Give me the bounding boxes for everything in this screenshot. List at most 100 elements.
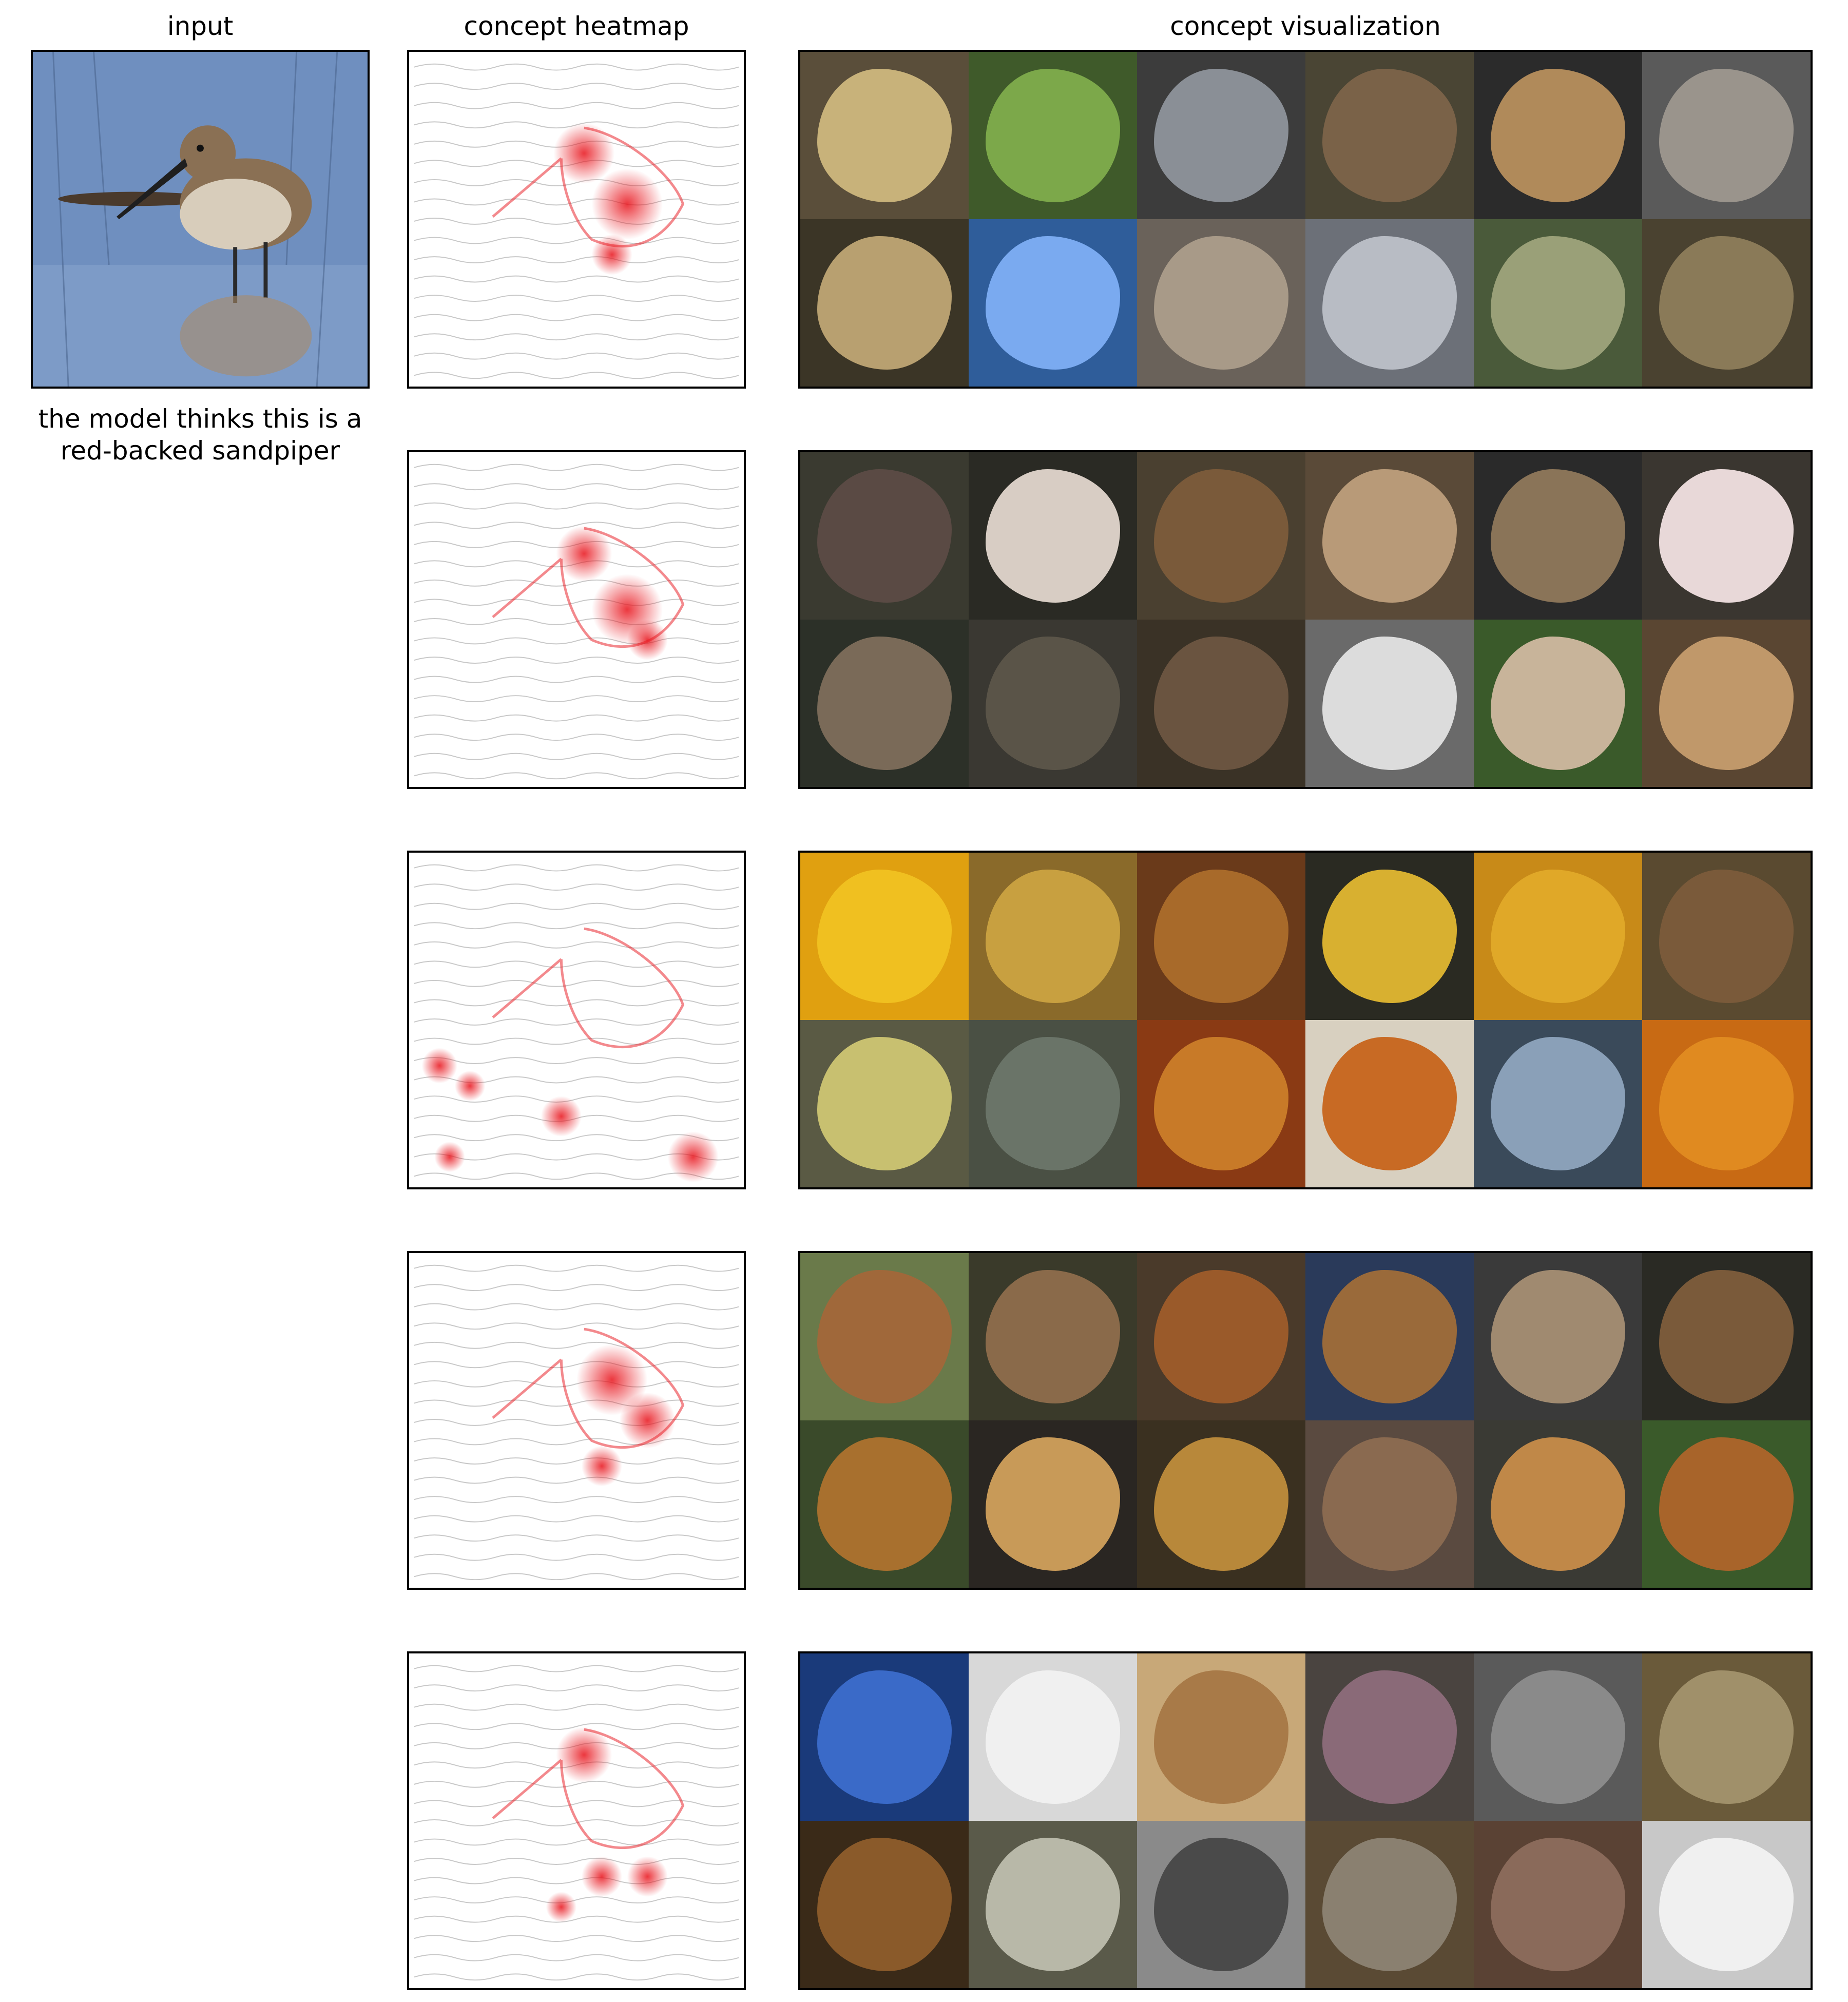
concept-example-image	[1137, 1653, 1305, 1821]
concept-example-image	[1474, 1420, 1642, 1588]
concept-example-image	[1137, 1020, 1305, 1187]
concept-example-image	[800, 1253, 969, 1420]
concept-region-highlight	[985, 469, 1121, 603]
concept-region-highlight	[985, 236, 1121, 370]
concept-region-highlight	[1322, 1036, 1457, 1171]
concept-example-image	[1137, 853, 1305, 1020]
concept-example-image	[1474, 1253, 1642, 1420]
concept-region-highlight	[1490, 469, 1626, 603]
concept-example-image	[1305, 1420, 1474, 1588]
concept-example-image	[969, 219, 1137, 387]
concept-example-image	[1305, 452, 1474, 620]
concept-region-highlight	[817, 869, 952, 1004]
concept-region-highlight	[1659, 469, 1794, 603]
concept-example-image	[1642, 1653, 1811, 1821]
concept-example-image	[969, 1653, 1137, 1821]
concept-region-highlight	[1659, 1036, 1794, 1171]
concept-example-image	[1305, 620, 1474, 787]
concept-example-image	[1305, 219, 1474, 387]
concept-region-highlight	[1322, 636, 1457, 771]
concept-example-image	[969, 452, 1137, 620]
concept-region-highlight	[985, 68, 1121, 203]
concept-example-image	[1474, 452, 1642, 620]
concept-region-highlight	[1490, 1269, 1626, 1404]
concept-region-highlight	[1490, 68, 1626, 203]
concept-example-image	[1642, 452, 1811, 620]
heatmap-title: concept heatmap	[464, 11, 689, 41]
concept-region-highlight	[817, 1670, 952, 1804]
concept-region-highlight	[1322, 469, 1457, 603]
visualization-title: concept visualization	[1170, 11, 1441, 41]
concept-example-image	[800, 219, 969, 387]
concept-region-highlight	[1659, 1269, 1794, 1404]
concept-region-highlight	[1153, 869, 1289, 1004]
concept-region-highlight	[1659, 68, 1794, 203]
concept-example-image	[800, 1420, 969, 1588]
concept-region-highlight	[1322, 68, 1457, 203]
concept-region-highlight	[817, 1269, 952, 1404]
concept-example-image	[1642, 1420, 1811, 1588]
concept-region-highlight	[1490, 869, 1626, 1004]
concept-example-image	[1474, 853, 1642, 1020]
input-image	[31, 50, 370, 389]
concept-example-image	[800, 52, 969, 219]
concept-example-image	[1137, 452, 1305, 620]
concept-example-image	[1305, 853, 1474, 1020]
concept-example-image	[1474, 219, 1642, 387]
concept-example-image	[1305, 1653, 1474, 1821]
concept-region-highlight	[1490, 1837, 1626, 1972]
concept-heatmap	[407, 851, 746, 1189]
concept-example-image	[969, 1821, 1137, 1988]
concept-visualization-grid	[798, 450, 1813, 789]
concept-region-highlight	[817, 1437, 952, 1571]
concept-region-highlight	[1490, 636, 1626, 771]
concept-visualization-grid	[798, 851, 1813, 1189]
concept-region-highlight	[985, 1269, 1121, 1404]
input-title: input	[167, 11, 234, 41]
concept-example-image	[1137, 1420, 1305, 1588]
concept-example-image	[1137, 219, 1305, 387]
concept-visualization-grid	[798, 1251, 1813, 1590]
concept-example-image	[1642, 1020, 1811, 1187]
concept-example-image	[1642, 52, 1811, 219]
concept-region-highlight	[985, 1670, 1121, 1804]
concept-example-image	[800, 620, 969, 787]
concept-region-highlight	[1153, 1269, 1289, 1404]
concept-example-image	[800, 1653, 969, 1821]
concept-region-highlight	[1153, 236, 1289, 370]
concept-region-highlight	[985, 1437, 1121, 1571]
concept-region-highlight	[1153, 1837, 1289, 1972]
concept-example-image	[1642, 620, 1811, 787]
concept-region-highlight	[1659, 236, 1794, 370]
concept-region-highlight	[1153, 1437, 1289, 1571]
concept-region-highlight	[1659, 1437, 1794, 1571]
concept-example-image	[1137, 52, 1305, 219]
concept-heatmap	[407, 1251, 746, 1590]
concept-example-image	[1642, 1821, 1811, 1988]
concept-example-image	[1305, 52, 1474, 219]
concept-example-image	[969, 1420, 1137, 1588]
concept-region-highlight	[1322, 1837, 1457, 1972]
concept-example-image	[969, 52, 1137, 219]
concept-visualization-grid	[798, 50, 1813, 389]
concept-region-highlight	[1322, 869, 1457, 1004]
concept-example-image	[1642, 219, 1811, 387]
concept-region-highlight	[1659, 1837, 1794, 1972]
concept-region-highlight	[817, 1036, 952, 1171]
concept-example-image	[969, 1253, 1137, 1420]
concept-example-image	[1474, 1821, 1642, 1988]
concept-example-image	[969, 853, 1137, 1020]
concept-heatmap	[407, 50, 746, 389]
concept-example-image	[1642, 853, 1811, 1020]
concept-example-image	[969, 620, 1137, 787]
concept-region-highlight	[1490, 1036, 1626, 1171]
concept-region-highlight	[1659, 1670, 1794, 1804]
concept-example-image	[800, 452, 969, 620]
concept-region-highlight	[1490, 1670, 1626, 1804]
concept-region-highlight	[1153, 636, 1289, 771]
concept-example-image	[1474, 52, 1642, 219]
concept-example-image	[1137, 620, 1305, 787]
concept-region-highlight	[1153, 469, 1289, 603]
concept-example-image	[1474, 1653, 1642, 1821]
concept-visualization-grid	[798, 1651, 1813, 1990]
